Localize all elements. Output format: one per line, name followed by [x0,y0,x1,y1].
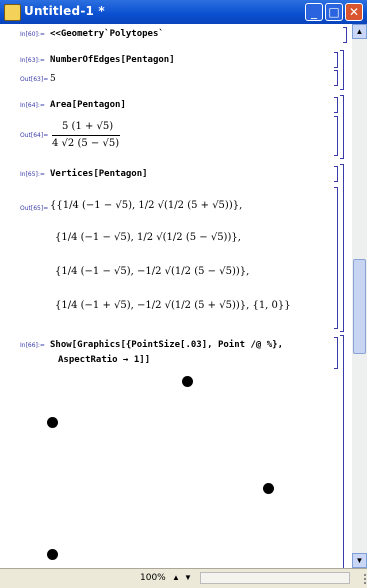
in-label: In[65]:= [20,171,45,178]
plot-point [263,483,274,494]
output-text: 5 [50,74,56,84]
in-label: In[60]:= [20,31,45,38]
scroll-down-icon[interactable]: ▼ [352,553,367,568]
in-label: In[66]:= [20,342,45,349]
vertex-row: {1/4 (−1 − √5), 1/2 √(1/2 (5 − √5))}, [55,232,241,243]
plot-point [47,417,58,428]
cell-bracket[interactable] [334,337,338,369]
title-bar: Untitled-1 * _ □ ✕ [0,0,367,24]
group-bracket[interactable] [340,335,344,568]
cell-bracket[interactable] [334,70,338,86]
input-text[interactable]: Vertices[Pentagon] [50,169,148,179]
input-text[interactable]: Show[Graphics[{PointSize[.03], Point /@ … [50,340,283,350]
minimize-button[interactable]: _ [305,3,323,21]
plot-point [47,549,58,560]
input-text[interactable]: Area[Pentagon] [50,100,126,110]
horizontal-scrollbar[interactable] [200,572,350,584]
vertical-scrollbar[interactable]: ▲ ▼ [352,24,367,568]
group-bracket[interactable] [340,50,344,90]
fraction-numerator: 5 (1 + √5) [62,121,114,132]
vertex-row: {1/4 (−1 − √5), −1/2 √(1/2 (5 − √5))}, [55,266,250,277]
fraction-line [52,135,120,136]
zoom-up-icon[interactable]: ▲ [172,573,180,582]
fraction-denominator: 4 √2 (5 − √5) [52,138,120,149]
window-title: Untitled-1 * [24,4,105,18]
vertex-row: {{1/4 (−1 − √5), 1/2 √(1/2 (5 + √5))}, [50,200,243,211]
cell-bracket[interactable] [334,187,338,329]
input-text[interactable]: AspectRatio → 1]] [58,355,150,365]
notebook-area[interactable]: In[60]:= <<Geometry`Polytopes` In[63]:= … [0,24,352,568]
plot-point [182,376,193,387]
group-bracket[interactable] [340,95,344,159]
zoom-level[interactable]: 100% [140,573,166,583]
in-label: In[63]:= [20,57,45,64]
out-label: Out[63]= [20,76,49,83]
resize-grip-icon[interactable] [354,574,366,584]
scroll-up-icon[interactable]: ▲ [352,24,367,39]
cell-bracket[interactable] [334,166,338,182]
close-button[interactable]: ✕ [345,3,363,21]
maximize-button[interactable]: □ [325,3,343,21]
cell-bracket[interactable] [334,97,338,113]
cell-bracket[interactable] [334,52,338,68]
app-icon[interactable] [4,4,21,21]
in-label: In[64]:= [20,102,45,109]
input-text[interactable]: NumberOfEdges[Pentagon] [50,55,175,65]
cell-bracket[interactable] [334,116,338,156]
zoom-down-icon[interactable]: ▼ [184,573,192,582]
out-label: Out[64]= [20,132,49,139]
out-label: Out[65]= [20,205,49,212]
input-text[interactable]: <<Geometry`Polytopes` [50,29,164,39]
status-bar: 100% ▲ ▼ [0,568,367,588]
scroll-thumb[interactable] [353,259,366,354]
group-bracket[interactable] [340,164,344,332]
cell-bracket[interactable] [343,27,347,43]
vertex-row: {1/4 (−1 + √5), −1/2 √(1/2 (5 + √5))}, {… [55,300,291,311]
